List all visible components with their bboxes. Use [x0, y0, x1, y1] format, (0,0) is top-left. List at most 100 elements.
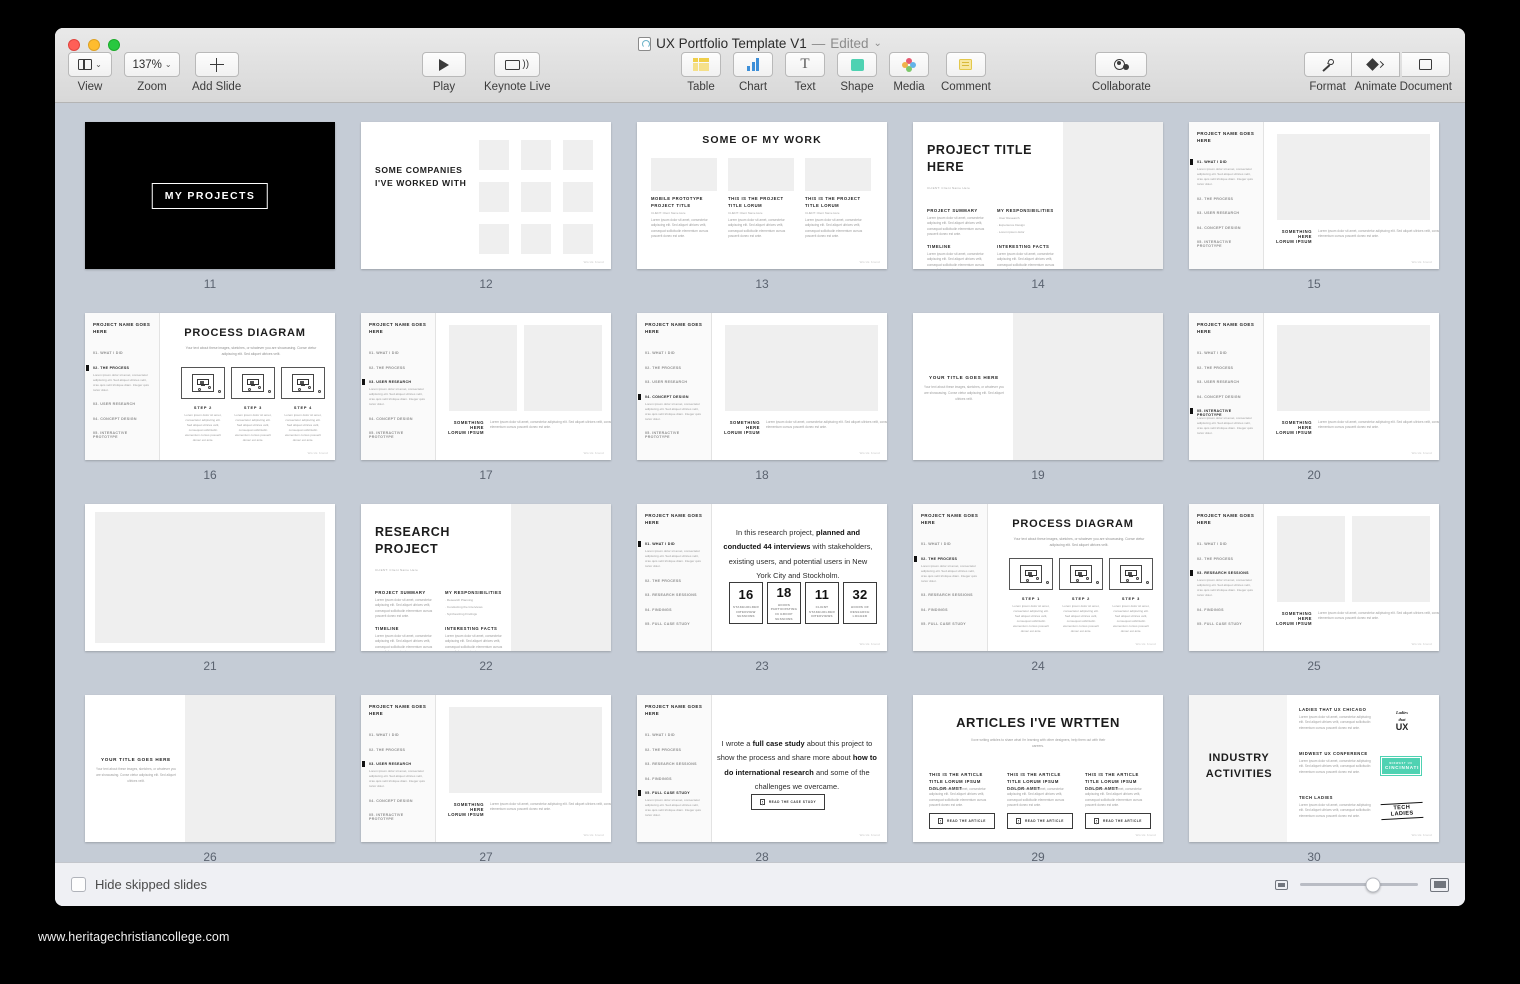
- slide-thumbnail-process-diagram-b[interactable]: PROJECT NAME GOES HERE 01. WHAT I DID 02. …: [913, 504, 1163, 651]
- hide-skipped-label: Hide skipped slides: [95, 877, 208, 892]
- article-body: Lorem ipsum dolor sit amet, consectetur …: [1007, 787, 1065, 808]
- slide-thumbnail-title-text-left[interactable]: YOUR TITLE GOES HERE Your text about the…: [913, 313, 1163, 460]
- slide-thumbnail-project-image-caption[interactable]: PROJECT NAME GOES HERE 01. WHAT I DID 02. …: [361, 695, 611, 842]
- slide-thumbnail-title-text-left-2[interactable]: YOUR TITLE GOES HERE Your text about the…: [85, 695, 335, 842]
- format-button[interactable]: Format: [1303, 52, 1352, 93]
- slide-thumbnail-project-image-double[interactable]: PROJECT NAME GOES HERE 01. WHAT I DID 02. …: [361, 313, 611, 460]
- comment-button[interactable]: Comment: [941, 52, 991, 93]
- animate-button[interactable]: Animate: [1351, 52, 1400, 93]
- slide-sidebar: PROJECT NAME GOES HERE 01. WHAT I DID 02. …: [637, 695, 712, 842]
- add-slide-button[interactable]: Add Slide: [192, 52, 241, 93]
- slide-nav-item: 02. THE PROCESS: [1197, 196, 1234, 201]
- slide-title: SOME COMPANIES I'VE WORKED WITH: [375, 165, 467, 188]
- slide-thumbnail-project-image-wide[interactable]: PROJECT NAME GOES HERE 01. WHAT I DID 02. …: [637, 313, 887, 460]
- chart-label: Chart: [738, 81, 768, 93]
- slide-canvas: YOUR TITLE GOES HERE Your text about the…: [85, 695, 335, 842]
- view-button[interactable]: ⌄ View: [68, 52, 112, 93]
- slide-nav-item: 03. USER RESEARCH: [645, 380, 688, 384]
- read-article-button[interactable]: READ THE ARTICLE: [1085, 813, 1151, 829]
- table-button[interactable]: Table: [681, 52, 721, 93]
- slide-thumbnail-industry-activities[interactable]: INDUSTRY ACTIVITIES LADIES THAT UX CHICA…: [1189, 695, 1439, 842]
- slide-thumbnail-process-diagram-a[interactable]: PROJECT NAME GOES HERE 01. WHAT I DID 02. …: [85, 313, 335, 460]
- collaborate-icon: [1113, 58, 1130, 72]
- slide-lead-text: I wrote a full case study about this pro…: [717, 739, 877, 792]
- slide-thumbnail-articles-written[interactable]: ARTICLES I'VE WRTTEN I love writing arti…: [913, 695, 1163, 842]
- format-brush-icon: [1320, 57, 1335, 72]
- intro-block-heading: MY RESPONSIBILITIES: [997, 208, 1054, 213]
- stat-box: 18 HOURS PARTICIPATING IN GROUP SESSIONS: [767, 582, 801, 624]
- slide-nav-item: 02. THE PROCESS: [369, 747, 406, 752]
- slide-nav-item: 05. INTERACTIVE PROTOTYPE: [645, 431, 680, 439]
- slide-project-name: PROJECT NAME GOES HERE: [1197, 131, 1255, 143]
- document-button[interactable]: Document: [1400, 52, 1452, 93]
- slide-canvas: PROJECT NAME GOES HERE 01. WHAT I DID 02. …: [637, 313, 887, 460]
- work-card-image: [728, 158, 794, 191]
- slide-thumbnail-research-project-intro[interactable]: RESEARCH PROJECT CLIENT: Client Name Her…: [361, 504, 611, 651]
- industry-entry-body: Lorem ipsum dolor sit amet, consectetur …: [1299, 759, 1371, 774]
- play-button[interactable]: Play: [422, 52, 466, 93]
- process-step-label: STEP 3: [1121, 596, 1141, 601]
- read-case-study-button[interactable]: READ THE CASE STUDY: [750, 794, 826, 810]
- slide-thumbnail-full-case-study[interactable]: PROJECT NAME GOES HERE 01. WHAT I DID 02. …: [637, 695, 887, 842]
- slide-title: PROCESS DIAGRAM: [184, 327, 306, 339]
- read-article-button[interactable]: READ THE ARTICLE: [1007, 813, 1073, 829]
- work-card-client: CLIENT: Client Name Here: [805, 211, 840, 215]
- slide-thumbnail-research-stats[interactable]: PROJECT NAME GOES HERE 01. WHAT I DID Lore…: [637, 504, 887, 651]
- thumbnail-size-control[interactable]: [1275, 877, 1449, 892]
- hide-skipped-checkbox[interactable]: [71, 877, 86, 892]
- chevron-down-icon[interactable]: ⌄: [873, 38, 881, 49]
- hide-skipped-slides-control[interactable]: Hide skipped slides: [71, 877, 207, 892]
- read-article-button[interactable]: READ THE ARTICLE: [929, 813, 995, 829]
- slide-thumbnail-companies-worked-with[interactable]: SOME COMPANIES I'VE WORKED WITH Words br…: [361, 122, 611, 269]
- stat-box: 16 STAKEHOLDER INTERVIEW SESSIONS: [729, 582, 763, 624]
- slide-body: Your text about these images, sketches, …: [96, 767, 176, 783]
- article-body: Lorem ipsum dolor sit amet, consectetur …: [1085, 787, 1143, 808]
- slide-cell: PROJECT NAME GOES HERE 01. WHAT I DID 02. …: [913, 504, 1163, 695]
- company-logo-slot: [521, 224, 551, 254]
- slide-navigator[interactable]: MY PROJECTS 11 SOME COMPANIES I'VE WORKE…: [55, 103, 1465, 862]
- slide-thumbnail-some-of-my-work[interactable]: SOME OF MY WORK MOBILE PROTOTYPE PROJECT…: [637, 122, 887, 269]
- text-button[interactable]: T Text: [785, 52, 825, 93]
- media-button[interactable]: Media: [889, 52, 929, 93]
- document-title-bar[interactable]: UX Portfolio Template V1 — Edited ⌄: [55, 36, 1465, 51]
- slide-project-name: PROJECT NAME GOES HERE: [369, 322, 427, 334]
- thumbnail-size-slider[interactable]: [1300, 877, 1418, 892]
- stat-box: 11 CLIENT STAKEHOLDER INTERVIEWS: [805, 582, 839, 624]
- slide-nav-item: 03. USER RESEARCH: [369, 762, 412, 766]
- slide-thumbnail-project-image-tall[interactable]: PROJECT NAME GOES HERE 01. WHAT I DID 02. …: [1189, 313, 1439, 460]
- slide-number: 12: [479, 277, 493, 291]
- slide-thumbnail-project-image-single[interactable]: PROJECT NAME GOES HERE 01. WHAT I DID Lore…: [1189, 122, 1439, 269]
- intro-block-body: Lorem ipsum dolor sit amet, consectetur …: [375, 598, 433, 619]
- zoom-button[interactable]: 137% ⌄ Zoom: [124, 52, 180, 93]
- slide-number: 15: [1307, 277, 1321, 291]
- slide-title: SOME OF MY WORK: [702, 134, 822, 146]
- slide-thumbnail-project-title-intro[interactable]: PROJECT TITLE HERE CLIENT: Client Name H…: [913, 122, 1163, 269]
- collaborate-button[interactable]: Collaborate: [1092, 52, 1151, 93]
- slide-thumbnail-blank-image-slide[interactable]: [85, 504, 335, 651]
- slide-nav-body: Lorem ipsum dolor sit amet, consectetur …: [369, 769, 425, 789]
- slide-nav-item: 01. WHAT I DID: [369, 733, 399, 737]
- plus-icon: [209, 57, 224, 72]
- industry-entry-heading: MIDWEST UX CONFERENCE: [1299, 751, 1368, 756]
- document-label: Document: [1399, 81, 1452, 93]
- intro-block-list-item: · Lorem ipsum dolor: [997, 230, 1025, 234]
- shape-button[interactable]: Shape: [837, 52, 877, 93]
- intro-image-panel: [1063, 122, 1163, 269]
- slide-thumbnail-research-image-double[interactable]: PROJECT NAME GOES HERE 01. WHAT I DID 02. …: [1189, 504, 1439, 651]
- small-thumbnails-icon[interactable]: [1275, 879, 1288, 890]
- slide-thumbnail-my-projects-cover[interactable]: MY PROJECTS: [85, 122, 335, 269]
- slide-nav-item: 04. CONCEPT DESIGN: [1197, 394, 1241, 399]
- screen: UX Portfolio Template V1 — Edited ⌄ ⌄ Vi…: [0, 0, 1520, 984]
- intro-block-list-item: · Experience Design: [997, 223, 1025, 227]
- large-thumbnails-icon[interactable]: [1430, 877, 1449, 892]
- chart-button[interactable]: Chart: [733, 52, 773, 93]
- stat-value: 11: [814, 587, 830, 603]
- slide-footer-mark: Words brand: [859, 451, 880, 455]
- work-card-body: Lorem ipsum dolor sit amet, consectetur …: [728, 218, 786, 239]
- keynote-live-button[interactable]: )) Keynote Live: [484, 52, 551, 93]
- slider-knob[interactable]: [1365, 877, 1381, 892]
- slide-footer-mark: Words brand: [859, 260, 880, 264]
- slide-cell: PROJECT NAME GOES HERE 01. WHAT I DID 02. …: [637, 695, 887, 862]
- slide-sidebar: PROJECT NAME GOES HERE 01. WHAT I DID 02. …: [913, 504, 988, 651]
- process-step-body: Lorem ipsum dolor sit amet, consectetur …: [1062, 604, 1100, 634]
